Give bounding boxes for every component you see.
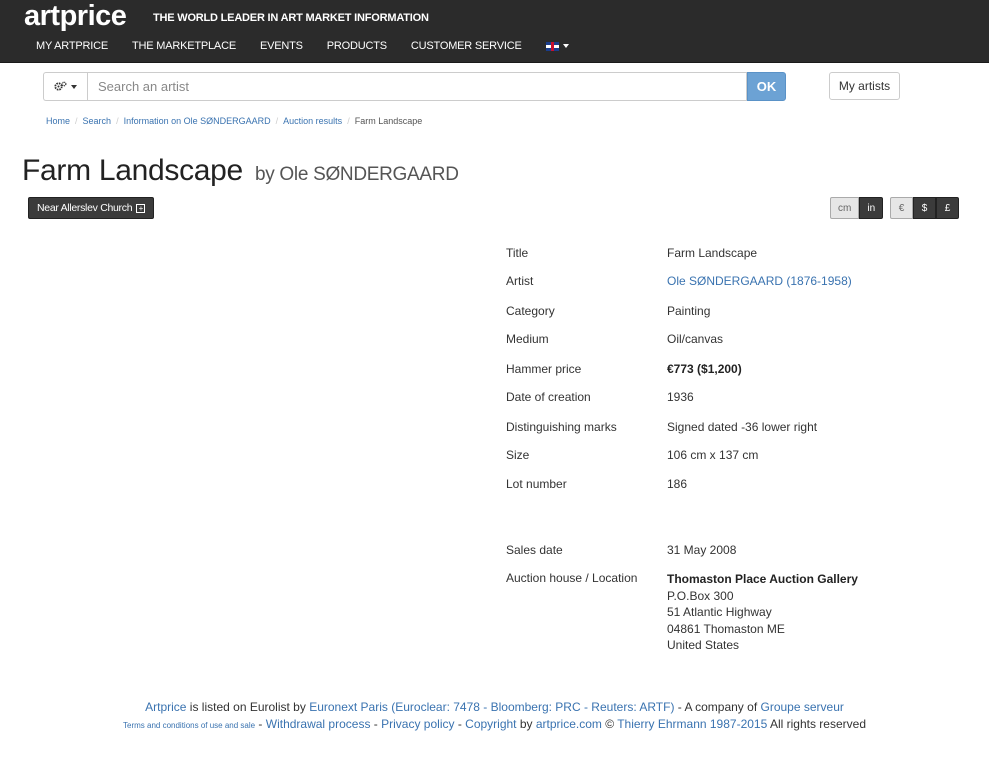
footer-line-1: Artprice is listed on Eurolist by Eurone… xyxy=(145,700,844,714)
footer-groupe-serveur-link[interactable]: Groupe serveur xyxy=(760,700,843,714)
footer-artprice-com-link[interactable]: artprice.com xyxy=(536,717,602,731)
address-line: United States xyxy=(667,638,740,652)
gears-icon xyxy=(54,81,67,91)
currency-toggle: € $ £ xyxy=(890,197,959,219)
footer-copyright-link[interactable]: Copyright xyxy=(465,717,516,731)
footer-withdrawal-link[interactable]: Withdrawal process xyxy=(266,717,371,731)
tagline: THE WORLD LEADER IN ART MARKET INFORMATI… xyxy=(153,12,429,24)
detail-row-medium: Medium Oil/canvas xyxy=(506,332,724,346)
footer-ehrmann-link[interactable]: Thierry Ehrmann 1987-2015 xyxy=(617,717,767,731)
page-title: Farm Landscape by Ole SØNDERGAARD xyxy=(22,154,459,188)
breadcrumb-artist-info[interactable]: Information on Ole SØNDERGAARD xyxy=(124,116,271,126)
search-ok-button[interactable]: OK xyxy=(747,72,786,101)
breadcrumb-search[interactable]: Search xyxy=(83,116,112,126)
artwork-title: Farm Landscape xyxy=(22,154,243,187)
hammer-price-value: €773 ($1,200) xyxy=(667,362,742,376)
footer: Artprice is listed on Eurolist by Eurone… xyxy=(0,699,989,734)
nav-products[interactable]: PRODUCTS xyxy=(315,38,399,54)
currency-pound-button[interactable]: £ xyxy=(936,197,959,219)
detail-row-artist: Artist Ole SØNDERGAARD (1876-1958) xyxy=(506,274,852,288)
alternate-title-button[interactable]: Near Allerslev Church + xyxy=(28,197,155,219)
detail-row-distinguishing-marks: Distinguishing marks Signed dated -36 lo… xyxy=(506,420,818,434)
breadcrumb: Home / Search / Information on Ole SØNDERG… xyxy=(46,116,423,126)
search-input[interactable] xyxy=(87,72,747,101)
detail-row-title: Title Farm Landscape xyxy=(506,246,758,260)
breadcrumb-auction-results[interactable]: Auction results xyxy=(283,116,342,126)
detail-row-size: Size 106 cm x 137 cm xyxy=(506,448,759,462)
breadcrumb-current: Farm Landscape xyxy=(354,116,423,126)
unit-cm-button[interactable]: cm xyxy=(830,197,860,219)
search-bar: OK xyxy=(43,72,786,101)
chevron-down-icon xyxy=(562,44,569,49)
top-header: artprice™ THE WORLD LEADER IN ART MARKET… xyxy=(0,0,989,63)
artprice-logo[interactable]: artprice™ xyxy=(24,0,132,33)
detail-row-auction-house: Auction house / Location Thomaston Place… xyxy=(506,571,858,652)
plus-icon: + xyxy=(136,203,146,213)
detail-row-category: Category Painting xyxy=(506,304,711,318)
my-artists-button[interactable]: My artists xyxy=(829,72,900,100)
language-dropdown[interactable] xyxy=(534,38,581,54)
search-settings-button[interactable] xyxy=(43,72,87,101)
footer-artprice-link[interactable]: Artprice xyxy=(145,700,186,714)
currency-dollar-button[interactable]: $ xyxy=(913,197,936,219)
currency-euro-button[interactable]: € xyxy=(890,197,913,219)
artist-byline: by Ole SØNDERGAARD xyxy=(254,164,459,185)
nav-the-marketplace[interactable]: THE MARKETPLACE xyxy=(120,38,248,54)
uk-flag-icon xyxy=(545,41,559,51)
auction-house-name: Thomaston Place Auction Gallery xyxy=(667,572,858,586)
address-line: P.O.Box 300 xyxy=(667,588,734,603)
nav-my-artprice[interactable]: MY ARTPRICE xyxy=(24,38,120,54)
address-line: 51 Atlantic Highway xyxy=(667,605,772,619)
footer-terms-link[interactable]: Terms and conditions of use and sale xyxy=(123,721,255,730)
unit-in-button[interactable]: in xyxy=(859,197,884,219)
detail-row-lot-number: Lot number 186 xyxy=(506,477,688,491)
footer-line-2: Terms and conditions of use and sale - W… xyxy=(123,716,866,731)
detail-row-sales-date: Sales date 31 May 2008 xyxy=(506,543,737,557)
nav-events[interactable]: EVENTS xyxy=(248,38,315,54)
detail-row-hammer-price: Hammer price €773 ($1,200) xyxy=(506,362,742,376)
nav-customer-service[interactable]: CUSTOMER SERVICE xyxy=(399,38,534,54)
main-nav: MY ARTPRICE THE MARKETPLACE EVENTS PRODU… xyxy=(24,38,581,54)
address-line: 04861 Thomaston ME xyxy=(667,621,785,636)
unit-toggle: cm in xyxy=(830,197,884,219)
footer-euronext-link[interactable]: Euronext Paris (Euroclear: 7478 - Bloomb… xyxy=(309,700,674,714)
detail-row-date-of-creation: Date of creation 1936 xyxy=(506,390,694,404)
artist-link[interactable]: Ole SØNDERGAARD (1876-1958) xyxy=(667,274,852,288)
breadcrumb-home[interactable]: Home xyxy=(46,116,70,126)
chevron-down-icon xyxy=(71,84,77,89)
footer-privacy-link[interactable]: Privacy policy xyxy=(381,717,454,731)
